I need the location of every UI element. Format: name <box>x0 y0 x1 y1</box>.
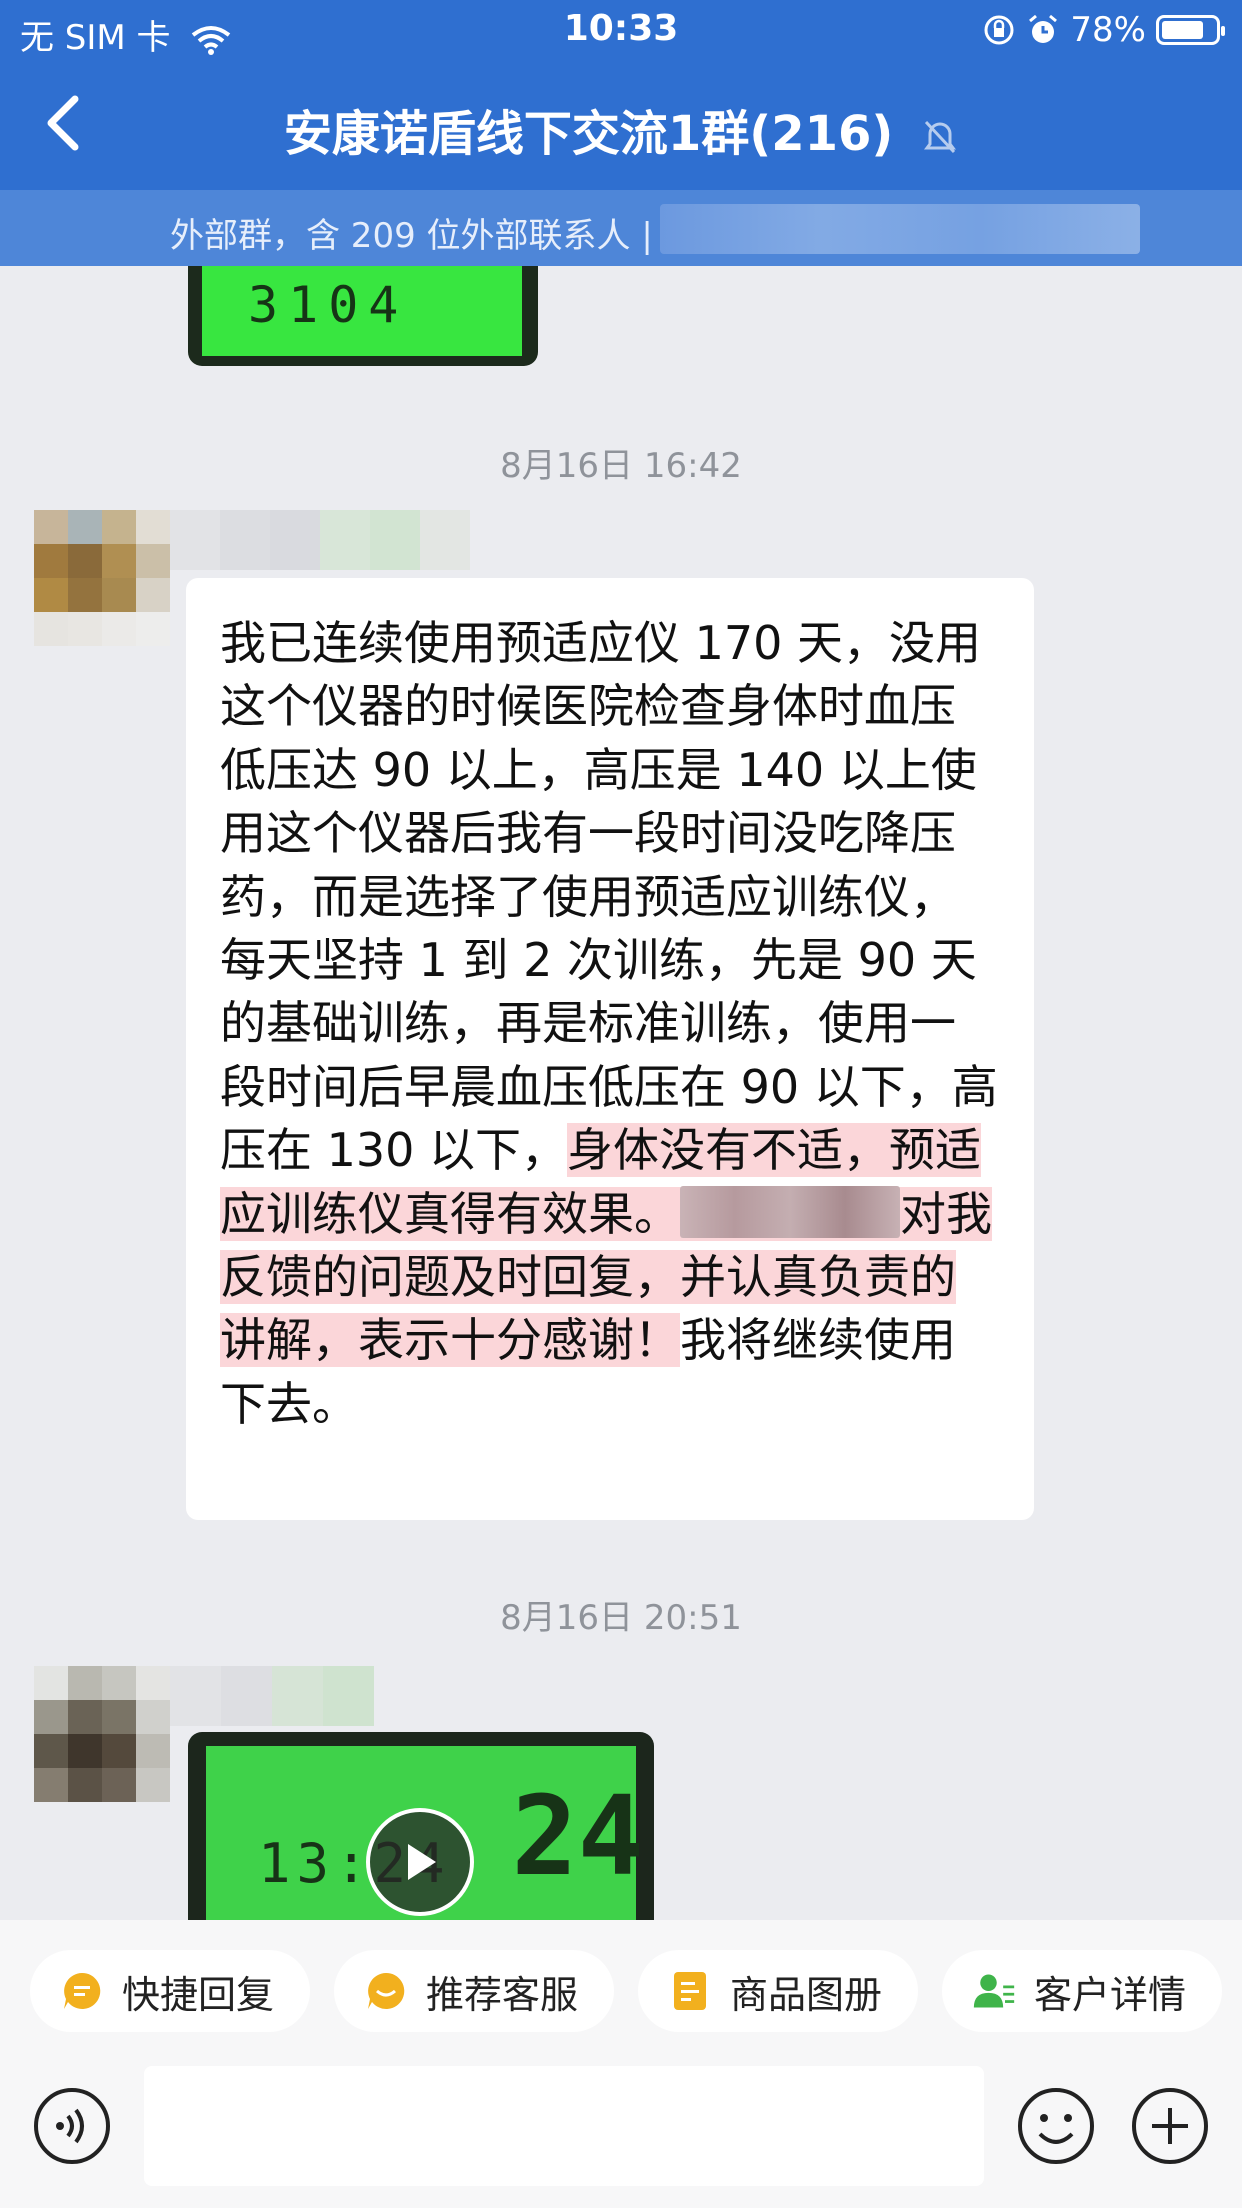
message-input[interactable] <box>144 2066 984 2186</box>
product-album-icon <box>668 1969 712 2013</box>
emoji-icon <box>1018 2088 1094 2164</box>
customer-detail-button[interactable]: 客户详情 <box>942 1950 1222 2032</box>
battery-percent: 78% <box>1070 10 1146 50</box>
message-timestamp: 8月16日 20:51 <box>500 1598 742 1638</box>
message-bubble[interactable]: 我已连续使用预适应仪 170 天，没用这个仪器的时候医院检查身体时血压低压达 9… <box>186 578 1034 1520</box>
chat-title: 安康诺盾线下交流1群(216) <box>0 94 1242 164</box>
video-message[interactable]: 13:24 24 <box>188 1732 654 1920</box>
status-bar: 无 SIM 卡 10:33 78% <box>0 0 1242 62</box>
product-album-button[interactable]: 商品图册 <box>638 1950 918 2032</box>
quick-action-bar: 快捷回复 推荐客服 商品图册 客户详情 <box>0 1920 1242 2060</box>
input-bar <box>0 2060 1242 2208</box>
message-text: 我已连续使用预适应仪 170 天，没用这个仪器的时候医院检查身体时血压低压达 9… <box>220 616 998 1431</box>
emoji-button[interactable] <box>1016 2086 1096 2166</box>
customer-detail-icon <box>972 1969 1016 2013</box>
redacted-name <box>680 1185 900 1238</box>
quick-reply-button[interactable]: 快捷回复 <box>30 1950 310 2032</box>
more-button[interactable] <box>1130 2086 1210 2166</box>
battery-icon <box>1156 15 1225 45</box>
status-right: 78% <box>982 10 1225 50</box>
recommend-service-icon <box>364 1969 408 2013</box>
sender-name-redacted <box>170 1666 374 1726</box>
recommend-service-button[interactable]: 推荐客服 <box>334 1950 614 2032</box>
alarm-icon <box>1029 14 1058 43</box>
redacted-names <box>660 204 1140 254</box>
avatar[interactable] <box>34 1666 170 1802</box>
orientation-lock-icon <box>984 15 1014 45</box>
chat-header: 安康诺盾线下交流1群(216) <box>0 62 1242 190</box>
lcd-digits: 3104 <box>248 276 409 334</box>
message-timestamp: 8月16日 16:42 <box>500 446 742 486</box>
lcd-big-digits: 24 <box>511 1772 644 1900</box>
battery-fill <box>1162 21 1203 39</box>
image-message[interactable]: 3104 <box>188 266 538 366</box>
voice-icon <box>34 2088 110 2164</box>
external-group-text: 外部群，含 209 位外部联系人 | <box>170 216 653 256</box>
external-group-info: 外部群，含 209 位外部联系人 | <box>0 190 1242 266</box>
plus-icon <box>1132 2088 1208 2164</box>
avatar[interactable] <box>34 510 170 646</box>
sender-name-redacted <box>170 510 470 570</box>
quick-reply-icon <box>60 1969 104 2013</box>
mute-bell-icon <box>924 120 957 154</box>
voice-input-button[interactable] <box>32 2086 112 2166</box>
play-icon <box>408 1844 436 1880</box>
play-button[interactable] <box>366 1808 474 1916</box>
redacted-name-highlight <box>680 1185 900 1241</box>
